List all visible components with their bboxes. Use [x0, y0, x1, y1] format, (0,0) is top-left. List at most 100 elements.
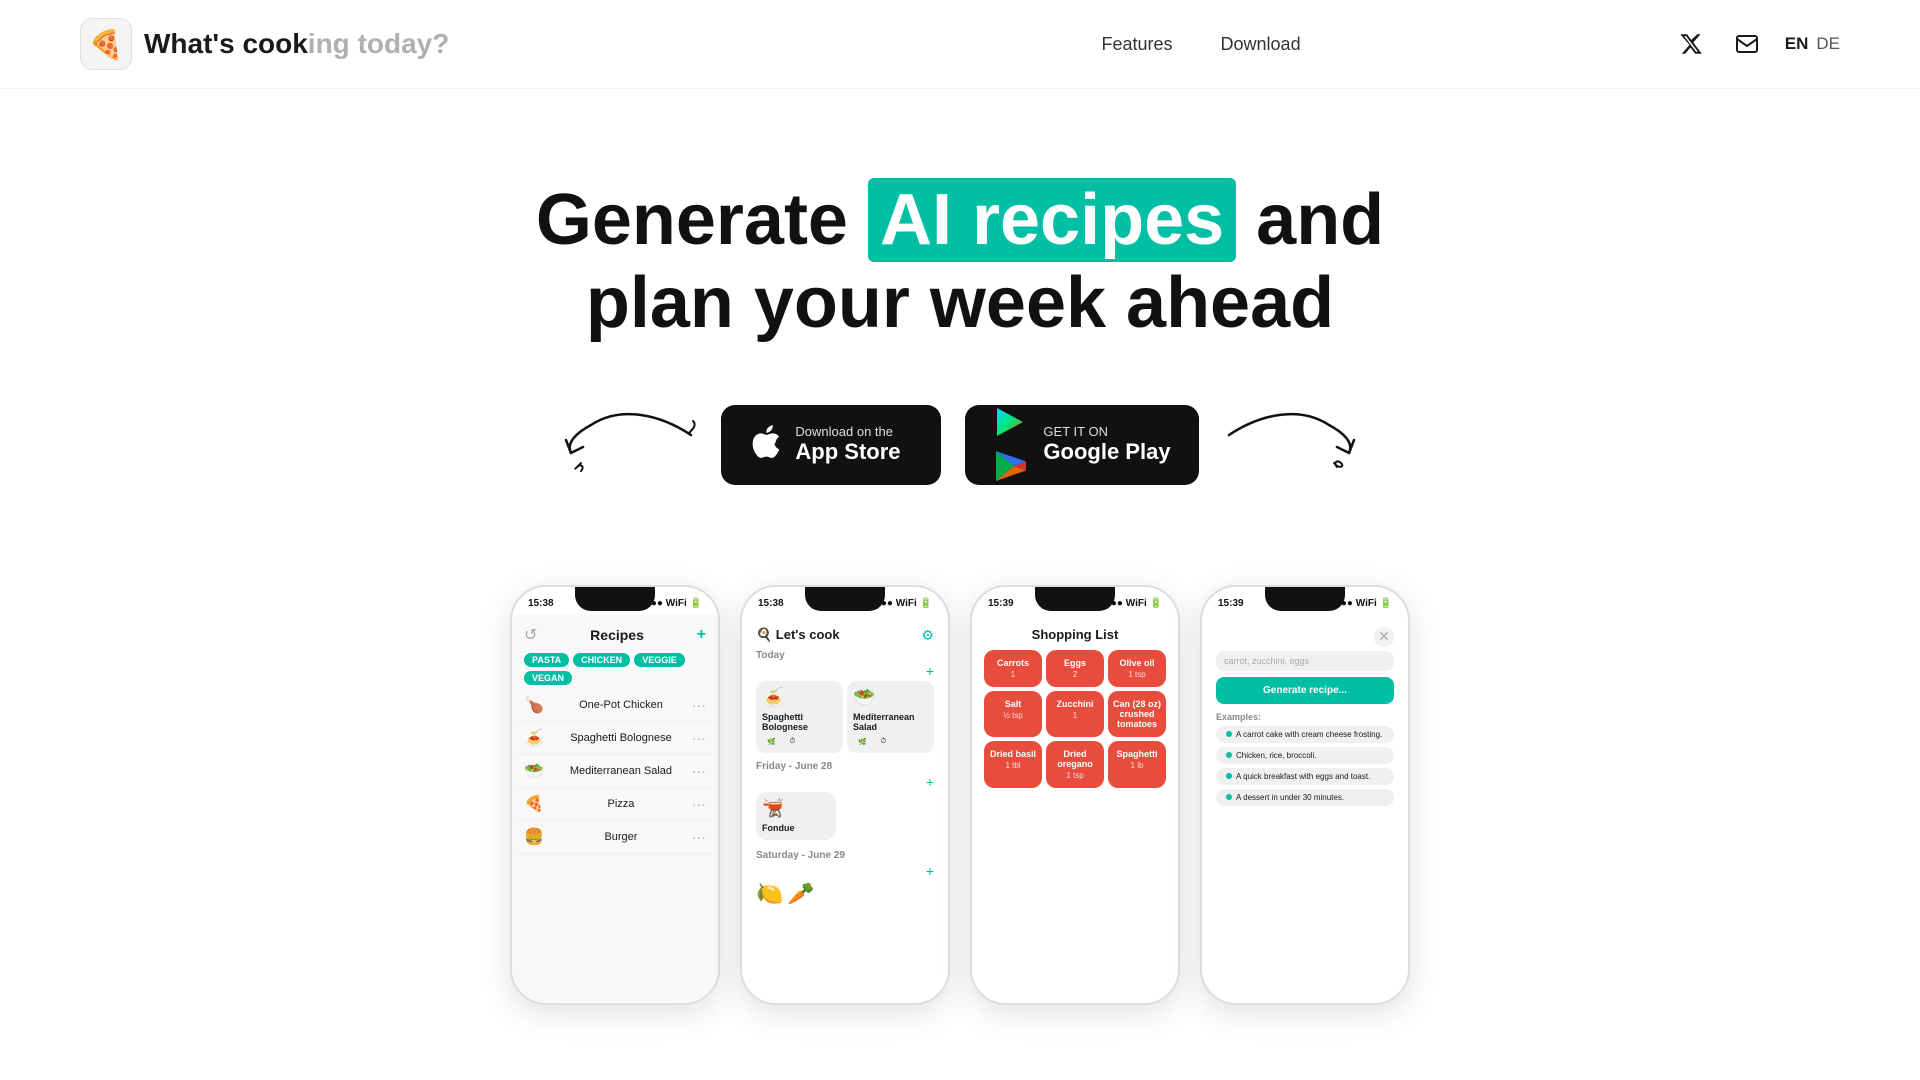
logo: 🍕 What's cooking today? [80, 18, 449, 70]
phone-screen-cook: 🍳 Let's cook ⚙ Today + 🍝 Spaghetti Bolog… [742, 615, 948, 1003]
recipe-dots-4: ··· [692, 829, 706, 845]
headline-highlight: AI recipes [868, 178, 1236, 262]
recipe-dots-3: ··· [692, 796, 706, 812]
phone-mockup-ai: 15:39 ●●● WiFi 🔋 ✕ carrot, zucchini, egg… [1200, 585, 1410, 1005]
section-saturday: Saturday - June 29 [750, 846, 940, 863]
logo-text-black: What's cook [144, 28, 308, 59]
ai-example-0: A carrot cake with cream cheese frosting… [1216, 726, 1394, 743]
google-play-button[interactable]: GET IT ON Google Play [965, 405, 1198, 485]
fondue-name: Fondue [762, 823, 830, 834]
arrow-right-decoration [1219, 395, 1359, 475]
ai-example-text-0: A carrot cake with cream cheese frosting… [1236, 730, 1382, 739]
phone-time-3: 15:39 [988, 598, 1014, 609]
phone-time-1: 15:38 [528, 598, 554, 609]
mail-icon[interactable] [1729, 26, 1765, 62]
recipe-item-1: 🍝 Spaghetti Bolognese ··· [518, 722, 712, 755]
ai-dot-0 [1226, 731, 1232, 737]
phone-mockup-cook: 15:38 ●●● WiFi 🔋 🍳 Let's cook ⚙ Today + … [740, 585, 950, 1005]
shopping-item-2: Olive oil 1 tsp [1108, 650, 1166, 687]
recipe-tag-0: PASTA [524, 653, 569, 667]
meal-card-0: 🍝 Spaghetti Bolognese 🌿 ⏱ [756, 681, 843, 754]
lets-cook-header: 🍳 Let's cook ⚙ [750, 623, 940, 646]
main-nav: Features Download [1101, 34, 1300, 55]
recipe-dots-0: ··· [692, 697, 706, 713]
ai-dot-2 [1226, 773, 1232, 779]
phone-screen-shopping: Shopping List Carrots 1 Eggs 2 Olive oil… [972, 615, 1178, 1003]
recipe-item-name-2: Mediterranean Salad [570, 765, 672, 777]
app-store-sub: Download on the [795, 424, 900, 439]
ai-dot-1 [1226, 752, 1232, 758]
phone-mockup-shopping: 15:39 ●●● WiFi 🔋 Shopping List Carrots 1… [970, 585, 1180, 1005]
recipe-tag-2: VEGGIE [634, 653, 685, 667]
twitter-icon[interactable] [1673, 26, 1709, 62]
lang-en[interactable]: EN [1785, 34, 1809, 54]
play-store-icon [993, 406, 1029, 484]
logo-text-gray: ing today? [308, 28, 450, 59]
shopping-item-5: Can (28 oz) crushed tomatoes [1108, 691, 1166, 737]
recipe-header: ↺ Recipes + [518, 621, 712, 649]
phone-notch-1 [575, 587, 655, 611]
header-right: EN DE [1673, 26, 1840, 62]
fondue-icon: 🫕 [762, 798, 830, 819]
nav-download[interactable]: Download [1221, 34, 1301, 55]
ai-example-text-3: A dessert in under 30 minutes. [1236, 793, 1344, 802]
app-store-button[interactable]: Download on the App Store [721, 405, 941, 485]
phone-time-4: 15:39 [1218, 598, 1244, 609]
nav-features[interactable]: Features [1101, 34, 1172, 55]
meal-card-1: 🥗 Mediterranean Salad 🌿 ⏱ [847, 681, 934, 754]
recipe-tag-1: CHICKEN [573, 653, 630, 667]
recipe-tags: PASTA CHICKEN VEGGIE VEGAN [524, 653, 706, 685]
recipe-tag-3: VEGAN [524, 671, 572, 685]
shopping-item-8: Spaghetti 1 lb [1108, 741, 1166, 788]
shopping-item-4: Zucchini 1 [1046, 691, 1104, 737]
recipe-dots-2: ··· [692, 763, 706, 779]
app-store-main: App Store [795, 439, 900, 465]
app-store-text: Download on the App Store [795, 424, 900, 465]
shopping-header: Shopping List [980, 623, 1170, 646]
headline-before: Generate [536, 180, 868, 260]
ai-example-text-1: Chicken, rice, broccoli. [1236, 751, 1316, 760]
recipe-item-icon-1: 🍝 [524, 728, 544, 748]
recipe-item-name-1: Spaghetti Bolognese [570, 732, 672, 744]
meal-card-icon-1: 🥗 [853, 687, 928, 708]
ai-examples-title: Examples: [1210, 712, 1400, 726]
phone-notch-2 [805, 587, 885, 611]
recipe-item-0: 🍗 One-Pot Chicken ··· [518, 689, 712, 722]
recipe-item-icon-0: 🍗 [524, 695, 544, 715]
phone-screen-recipes: ↺ Recipes + PASTA CHICKEN VEGGIE VEGAN 🍗… [512, 615, 718, 1003]
ai-example-2: A quick breakfast with eggs and toast. [1216, 768, 1394, 785]
recipe-item-name-0: One-Pot Chicken [579, 699, 663, 711]
lang-de[interactable]: DE [1816, 34, 1840, 54]
phones-section: 15:38 ●●● WiFi 🔋 ↺ Recipes + PASTA CHICK… [0, 545, 1920, 1005]
shopping-item-1: Eggs 2 [1046, 650, 1104, 687]
recipe-dots-1: ··· [692, 730, 706, 746]
recipe-item-icon-4: 🍔 [524, 827, 544, 847]
section-friday: Friday - June 28 [750, 757, 940, 774]
recipe-item-4: 🍔 Burger ··· [518, 821, 712, 854]
lang-switch: EN DE [1785, 34, 1840, 54]
cta-buttons: Download on the App Store [721, 405, 1198, 485]
recipe-item-3: 🍕 Pizza ··· [518, 788, 712, 821]
phone-notch-3 [1035, 587, 1115, 611]
phone-mockup-recipes: 15:38 ●●● WiFi 🔋 ↺ Recipes + PASTA CHICK… [510, 585, 720, 1005]
lets-cook-title: 🍳 Let's cook [756, 627, 840, 643]
phone-notch-4 [1265, 587, 1345, 611]
recipe-item-2: 🥗 Mediterranean Salad ··· [518, 755, 712, 788]
headline-line2: plan your week ahead [586, 263, 1334, 343]
phone-time-2: 15:38 [758, 598, 784, 609]
phone-screen-ai: ✕ carrot, zucchini, eggs Generate recipe… [1202, 615, 1408, 1003]
google-play-text: GET IT ON Google Play [1043, 424, 1170, 465]
ai-search-field: carrot, zucchini, eggs [1216, 651, 1394, 671]
google-play-main: Google Play [1043, 439, 1170, 465]
google-play-sub: GET IT ON [1043, 424, 1170, 439]
meal-card-name-1: Mediterranean Salad [853, 712, 928, 734]
headline-after: and [1236, 180, 1384, 260]
logo-text: What's cooking today? [144, 28, 449, 60]
ai-header: ✕ [1210, 623, 1400, 651]
ai-example-text-2: A quick breakfast with eggs and toast. [1236, 772, 1370, 781]
shopping-grid: Carrots 1 Eggs 2 Olive oil 1 tsp Salt ½ … [980, 646, 1170, 792]
section-today: Today [750, 646, 940, 663]
recipe-item-name-4: Burger [604, 831, 637, 843]
meal-grid-today: 🍝 Spaghetti Bolognese 🌿 ⏱ 🥗 Mediterranea… [750, 681, 940, 758]
hero-section: Generate AI recipes and plan your week a… [0, 89, 1920, 545]
